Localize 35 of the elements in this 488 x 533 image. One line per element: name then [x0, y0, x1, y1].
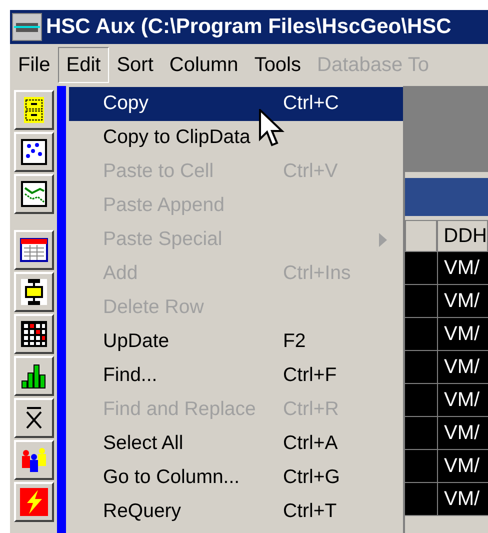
table-cell-text: VM/ [443, 388, 481, 413]
table-cell-text: VM/ [443, 421, 481, 446]
toolbar-button[interactable] [14, 440, 54, 480]
toolbar-button[interactable] [14, 90, 54, 130]
menu-option[interactable]: Copy Ctrl+C [69, 87, 403, 121]
menu-option[interactable]: Select All Ctrl+A [69, 427, 403, 461]
toolbar-button[interactable] [14, 482, 54, 522]
table-cell-text: VM/ [443, 289, 481, 314]
table-cell-text: VM/ [443, 454, 481, 479]
toolbar-button[interactable] [14, 314, 54, 354]
menu-option[interactable]: Find... Ctrl+F [69, 359, 403, 393]
toolbar-button[interactable] [14, 174, 54, 214]
table-cell-text: VM/ [443, 256, 481, 281]
menu-item[interactable]: Edit [58, 47, 109, 83]
toolbar-button[interactable] [14, 230, 54, 270]
menu-option[interactable]: ReQuery Ctrl+T [69, 495, 403, 529]
table-cell-text: VM/ [443, 487, 481, 512]
mouse-pointer-icon [259, 109, 285, 149]
table-cell-text: VM/ [443, 355, 481, 380]
menu-option[interactable]: UpDate F2 [69, 325, 403, 359]
toolbar-button[interactable] [14, 356, 54, 396]
table-cell-text: VM/ [443, 322, 481, 347]
menu-item[interactable]: Column [161, 47, 246, 83]
menu-item[interactable]: Sort [108, 47, 162, 83]
toolbar-button[interactable] [14, 132, 54, 172]
toolbar-button[interactable] [14, 398, 54, 438]
menu-option[interactable]: Copy to ClipData [69, 121, 403, 155]
column-header[interactable]: DDH [436, 220, 488, 252]
menu-item[interactable]: Tools [246, 47, 310, 83]
app-icon [12, 13, 42, 41]
toolbar-button[interactable] [14, 272, 54, 312]
lightning-icon [18, 486, 50, 518]
window-title: HSC Aux (C:\Program Files\HscGeo\HSC [46, 14, 452, 40]
menu-option[interactable]: Go to Column... Ctrl+G [69, 461, 403, 495]
menu-item[interactable]: File [10, 47, 58, 83]
